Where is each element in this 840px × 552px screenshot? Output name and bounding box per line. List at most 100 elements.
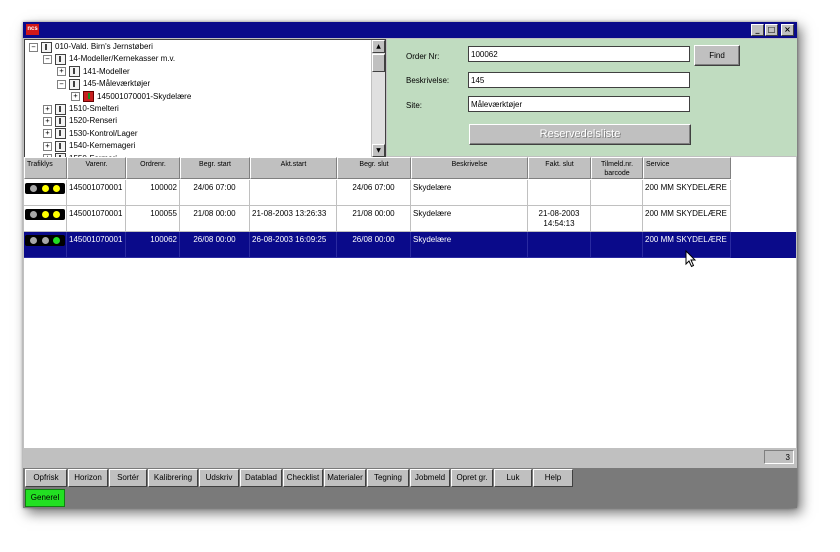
toolbar-button-opfrisk[interactable]: Opfrisk	[25, 469, 67, 487]
column-header-begr-slut[interactable]: Begr. slut	[337, 157, 411, 179]
cell-barcode	[591, 206, 643, 232]
document-icon	[55, 53, 66, 65]
tree-item-label: 1510-Smelteri	[69, 104, 119, 113]
tree-item-label: 14-Modeller/Kernekasser m.v.	[69, 54, 176, 64]
column-header-akt-start[interactable]: Akt.start	[250, 157, 337, 179]
tree-item[interactable]: +145001070001-Skydelære	[71, 91, 191, 103]
cell-akt-start	[250, 180, 337, 206]
lamp-icon	[29, 211, 37, 218]
site-label: Site:	[406, 101, 423, 110]
tree-item[interactable]: +141-Modeller	[57, 66, 130, 78]
toolbar-button-tegning[interactable]: Tegning	[367, 469, 409, 487]
expand-icon[interactable]: +	[71, 92, 80, 102]
tree-item[interactable]: +1540-Kernemageri	[43, 140, 135, 152]
order-search-panel: Order Nr: Find Beskrivelse: Site: Reserv…	[387, 39, 797, 156]
traffic-light-icon	[25, 183, 65, 194]
tool-icon	[83, 91, 94, 103]
cell-begr-slut: 21/08 00:00	[337, 206, 411, 232]
order-nr-input[interactable]	[468, 46, 690, 62]
tree-item[interactable]: − 010-Vald. Birn's Jernstøberi	[29, 41, 153, 53]
toolbar-button-luk[interactable]: Luk	[494, 469, 532, 487]
column-header-ordrenr[interactable]: Ordrenr.	[126, 157, 180, 179]
table-row[interactable]: 145001070001 100055 21/08 00:00 21-08-2003 …	[24, 206, 796, 232]
app-logo-icon: ncs	[26, 24, 39, 35]
site-input[interactable]	[468, 96, 690, 112]
column-header-trafiklys[interactable]: Trafiklys	[24, 157, 67, 179]
cell-fakt-slut: 21-08-2003 14:54:13	[528, 206, 591, 232]
toolbar-button-udskriv[interactable]: Udskriv	[199, 469, 239, 487]
expand-icon[interactable]: +	[43, 141, 52, 151]
toolbar-button-sort-r[interactable]: Sortér	[109, 469, 147, 487]
app-window: ncs _ □ × −010-Vald. Birn's Jernstøberi −…	[23, 22, 797, 508]
tree-item[interactable]: − 145-Måleværktøjer	[57, 78, 150, 90]
cell-fakt-slut	[528, 180, 591, 206]
column-header-barcode[interactable]: Tilmeld.nr. barcode	[591, 157, 643, 179]
cell-trafiklys	[24, 206, 67, 232]
cell-ordrenr: 100062	[126, 232, 180, 258]
toolbar-button-horizon[interactable]: Horizon	[68, 469, 108, 487]
beskrivelse-input[interactable]	[468, 72, 690, 88]
column-header-service[interactable]: Service	[643, 157, 731, 179]
minimize-icon[interactable]: _	[751, 24, 764, 36]
tree-item[interactable]: − 14-Modeller/Kernekasser m.v.	[43, 53, 175, 65]
scroll-down-icon[interactable]: ▼	[372, 144, 385, 157]
row-count: 3	[764, 450, 794, 464]
location-tree[interactable]: −010-Vald. Birn's Jernstøberi −14-Modelle…	[24, 39, 386, 158]
column-header-beskrivelse[interactable]: Beskrivelse	[411, 157, 528, 179]
toolbar-button-kalibrering[interactable]: Kalibrering	[148, 469, 198, 487]
close-icon[interactable]: ×	[781, 24, 794, 36]
traffic-light-icon	[25, 209, 65, 220]
lamp-icon	[41, 211, 49, 218]
table-row[interactable]: 145001070001 100002 24/06 07:00 24/06 07:00…	[24, 180, 796, 206]
tree-item-label: 010-Vald. Birn's Jernstøberi	[55, 42, 153, 51]
maximize-icon[interactable]: □	[765, 24, 778, 36]
column-header-fakt-slut[interactable]: Fakt. slut	[528, 157, 591, 179]
collapse-icon[interactable]: −	[57, 79, 66, 89]
tree-item[interactable]: +1520-Renseri	[43, 115, 117, 127]
expand-icon[interactable]: +	[57, 67, 66, 77]
document-icon	[55, 128, 66, 140]
tree-item[interactable]: +1510-Smelteri	[43, 103, 119, 115]
tab-bar: Generel	[23, 488, 797, 508]
collapse-icon[interactable]: −	[43, 54, 52, 64]
toolbar-button-datablad[interactable]: Datablad	[240, 469, 282, 487]
cell-ordrenr: 100002	[126, 180, 180, 206]
toolbar-button-help[interactable]: Help	[533, 469, 573, 487]
document-icon	[55, 103, 66, 115]
cell-barcode	[591, 180, 643, 206]
expand-icon[interactable]: +	[43, 104, 52, 114]
toolbar-button-jobmeld[interactable]: Jobmeld	[410, 469, 450, 487]
cell-begr-start: 21/08 00:00	[180, 206, 250, 232]
cell-akt-start: 26-08-2003 16:09:25	[250, 232, 337, 258]
reservedelsliste-button[interactable]: Reservedelsliste	[469, 124, 691, 145]
cell-begr-slut: 26/08 00:00	[337, 232, 411, 258]
table-row[interactable]: 145001070001 100062 26/08 00:00 26-08-2003 …	[24, 232, 796, 258]
tab-generel[interactable]: Generel	[25, 489, 65, 507]
column-header-varenr[interactable]: Varenr.	[67, 157, 126, 179]
toolbar-button-checklist[interactable]: Checklist	[283, 469, 323, 487]
scroll-up-icon[interactable]: ▲	[372, 40, 385, 53]
orders-grid: Trafiklys Varenr. Ordrenr. Begr. start Akt.s…	[24, 157, 796, 448]
cell-barcode	[591, 232, 643, 258]
cell-beskrivelse: Skydelære	[411, 232, 528, 258]
document-icon	[69, 66, 80, 78]
toolbar-button-materialer[interactable]: Materialer	[324, 469, 366, 487]
tree-scrollbar[interactable]: ▲ ▼	[371, 40, 385, 157]
find-button[interactable]: Find	[694, 45, 740, 66]
tree-item-label: 145-Måleværktøjer	[83, 79, 151, 89]
tree-item[interactable]: +1530-Kontrol/Lager	[43, 128, 138, 140]
expand-icon[interactable]: +	[43, 116, 52, 126]
expand-icon[interactable]: +	[43, 129, 52, 139]
title-bar[interactable]: ncs _ □ ×	[23, 22, 797, 38]
cell-begr-start: 26/08 00:00	[180, 232, 250, 258]
column-header-begr-start[interactable]: Begr. start	[180, 157, 250, 179]
cell-varenr: 145001070001	[67, 232, 126, 258]
toolbar-button-opret-gr[interactable]: Opret gr.	[451, 469, 493, 487]
scroll-thumb[interactable]	[372, 54, 385, 72]
cell-ordrenr: 100055	[126, 206, 180, 232]
lamp-icon	[53, 237, 61, 244]
cell-begr-start: 24/06 07:00	[180, 180, 250, 206]
collapse-icon[interactable]: −	[29, 42, 38, 52]
lamp-icon	[41, 185, 49, 192]
mouse-cursor-icon	[685, 250, 697, 268]
